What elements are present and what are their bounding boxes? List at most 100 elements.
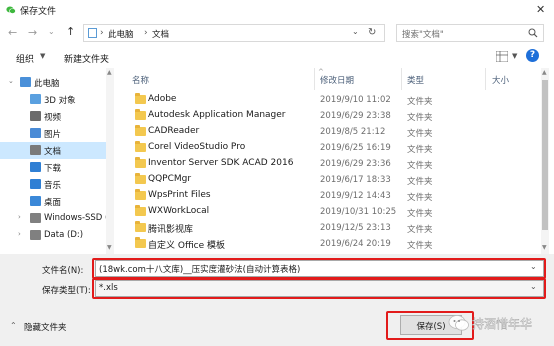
help-icon[interactable]: ?	[526, 49, 539, 62]
watermark-text: 持酒惜年华	[472, 317, 533, 331]
organize-dropdown-icon[interactable]: ▼	[40, 52, 45, 60]
file-row[interactable]: Corel VideoStudio Pro 2019/6/25 16:19 文件夹	[118, 140, 549, 156]
column-header-modified[interactable]: 修改日期	[320, 74, 354, 86]
file-row[interactable]: 腾讯影视库 2019/12/5 23:13 文件夹	[118, 220, 549, 236]
back-arrow-icon[interactable]: ←	[8, 26, 17, 39]
search-box[interactable]: 搜索"文档"	[396, 24, 544, 42]
column-divider[interactable]	[485, 68, 486, 90]
filetype-select[interactable]: *.xls ⌄	[95, 280, 544, 297]
file-modified: 2019/8/5 21:12	[320, 127, 386, 137]
file-type: 文件夹	[407, 145, 433, 155]
folder-icon	[135, 221, 146, 232]
filename-dropdown-icon[interactable]: ⌄	[530, 262, 537, 271]
column-header-name[interactable]: 名称	[132, 74, 149, 86]
save-button-label: 保存(S)	[416, 322, 446, 332]
file-name: WpsPrint Files	[148, 190, 211, 200]
file-row[interactable]: CADReader 2019/8/5 21:12 文件夹	[118, 124, 549, 140]
drive-icon	[30, 230, 41, 240]
breadcrumb-separator: ›	[100, 28, 104, 38]
up-arrow-icon[interactable]: ↑	[66, 25, 75, 38]
music-icon	[30, 179, 41, 189]
file-row[interactable]: WpsPrint Files 2019/9/12 14:43 文件夹	[118, 188, 549, 204]
folder-icon	[135, 173, 146, 184]
breadcrumb-this-pc[interactable]: 此电脑	[108, 28, 134, 40]
scrollbar-thumb[interactable]	[542, 80, 548, 230]
nav-item[interactable]: › Windows-SSD (	[0, 210, 109, 227]
filetype-dropdown-icon[interactable]: ⌄	[530, 282, 537, 291]
window-title: 保存文件	[20, 7, 57, 17]
list-scrollbar[interactable]: ▲ ▼	[541, 68, 549, 254]
collapsed-chevron-icon[interactable]: ›	[18, 230, 21, 238]
nav-item-label: 3D 对象	[44, 96, 76, 106]
collapsed-chevron-icon[interactable]: ›	[18, 213, 21, 221]
filetype-value: *.xls	[99, 283, 118, 293]
navigation-pane: ⌄ 此电脑 3D 对象视频图片文档 下载 音乐桌面 › Windows-SSD ( › Data…	[0, 68, 109, 254]
document-icon	[30, 145, 41, 155]
file-row[interactable]: Inventor Server SDK ACAD 2016 2019/6/29 2…	[118, 156, 549, 172]
nav-item[interactable]: 桌面	[0, 193, 106, 210]
column-header-size[interactable]: 大小	[492, 74, 509, 86]
view-dropdown-icon[interactable]: ▼	[512, 52, 517, 60]
file-name: 自定义 Office 模板	[148, 241, 225, 251]
nav-item[interactable]: 文档	[0, 142, 106, 159]
nav-item[interactable]: › Data (D:)	[0, 227, 106, 244]
filename-input[interactable]: (18wk.com十八文库)__压实度灌砂法(自动计算表格) ⌄	[95, 260, 544, 277]
file-row[interactable]: WXWorkLocal 2019/10/31 10:25 文件夹	[118, 204, 549, 220]
file-type: 文件夹	[407, 177, 433, 187]
breadcrumb-separator: ›	[144, 28, 148, 38]
file-type: 文件夹	[407, 193, 433, 203]
picture-icon	[30, 128, 41, 138]
nav-item[interactable]: 音乐	[0, 176, 106, 193]
file-row[interactable]: Adobe 2019/9/10 11:02 文件夹	[118, 92, 549, 108]
wechat-watermark-icon	[448, 315, 469, 331]
download-icon	[30, 162, 41, 172]
recent-chevron-icon[interactable]: ⌄	[48, 27, 55, 36]
breadcrumb-documents[interactable]: 文档	[152, 28, 169, 40]
nav-item[interactable]: 3D 对象	[0, 91, 106, 108]
file-name: Corel VideoStudio Pro	[148, 142, 246, 152]
nav-scrollbar[interactable]: ▲ ▼	[106, 68, 114, 254]
expand-chevron-icon[interactable]: ⌄	[8, 77, 14, 85]
organize-button[interactable]: 组织	[16, 52, 34, 65]
file-modified: 2019/6/25 16:19	[320, 143, 391, 153]
nav-item-label: 图片	[44, 130, 62, 140]
column-divider[interactable]	[314, 68, 315, 90]
close-icon[interactable]: ✕	[536, 3, 545, 16]
column-header-type[interactable]: 类型	[407, 74, 424, 86]
video-icon	[30, 111, 41, 121]
file-list: 名称 修改日期 类型 大小 ^ Adobe 2019/9/10 11:02 文件夹 A…	[118, 68, 549, 254]
nav-item-label: 桌面	[44, 198, 62, 208]
toolbar: 组织 ▼ 新建文件夹 ▼ ?	[0, 46, 554, 68]
hide-folders-toggle[interactable]: 隐藏文件夹	[24, 321, 67, 333]
nav-item-label: Windows-SSD (	[44, 213, 109, 223]
file-modified: 2019/6/29 23:36	[320, 159, 391, 169]
nav-item-label: 视频	[44, 113, 62, 123]
new-folder-button[interactable]: 新建文件夹	[64, 52, 109, 65]
folder-icon	[135, 189, 146, 200]
nav-item[interactable]: 下载	[0, 159, 106, 176]
file-row[interactable]: 自定义 Office 模板 2019/6/24 20:19 文件夹	[118, 236, 549, 252]
sort-indicator-icon: ^	[318, 68, 324, 76]
collapse-chevron-icon[interactable]: ⌃	[10, 321, 17, 330]
address-dropdown-icon[interactable]: ⌄	[352, 27, 359, 36]
file-row[interactable]: Autodesk Application Manager 2019/6/29 23…	[118, 108, 549, 124]
file-modified: 2019/9/12 14:43	[320, 191, 391, 201]
view-options-icon[interactable]	[496, 51, 508, 62]
refresh-icon[interactable]: ↻	[368, 27, 376, 38]
nav-item[interactable]: 视频	[0, 108, 106, 125]
search-input[interactable]: 搜索"文档"	[402, 28, 444, 40]
nav-item-label: 此电脑	[34, 79, 60, 89]
forward-arrow-icon[interactable]: →	[28, 26, 37, 39]
desktop-icon	[30, 196, 41, 206]
address-bar[interactable]: › 此电脑 › 文档 ⌄ ↻	[83, 24, 385, 42]
search-icon	[528, 28, 538, 38]
column-divider[interactable]	[401, 68, 402, 90]
folder-icon	[135, 125, 146, 136]
file-name: CADReader	[148, 126, 200, 136]
nav-item[interactable]: 图片	[0, 125, 106, 142]
file-row[interactable]: QQPCMgr 2019/6/17 18:33 文件夹	[118, 172, 549, 188]
nav-item[interactable]: ⌄ 此电脑	[0, 74, 106, 91]
folder-icon	[135, 109, 146, 120]
file-modified: 2019/9/10 11:02	[320, 95, 391, 105]
folder-icon	[135, 237, 146, 248]
